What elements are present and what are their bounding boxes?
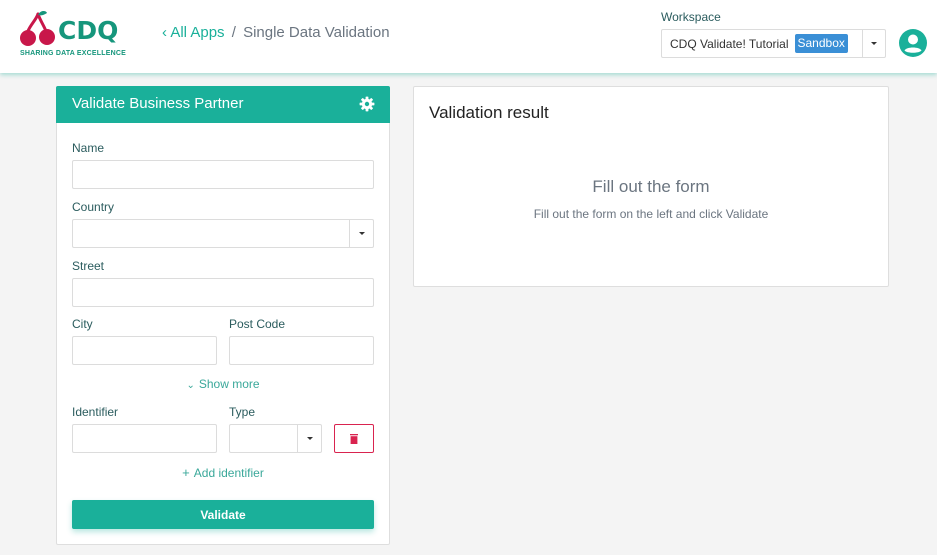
chevron-left-icon: ‹	[162, 24, 167, 41]
chevron-down-icon: ⌄	[186, 380, 195, 391]
card-header: Validate Business Partner	[56, 86, 390, 123]
city-label: City	[72, 317, 93, 331]
user-avatar-icon	[899, 29, 927, 57]
name-input[interactable]	[72, 160, 374, 189]
cherry-logo-icon	[20, 10, 55, 46]
type-label: Type	[229, 405, 256, 419]
street-label: Street	[72, 259, 105, 273]
show-more-link[interactable]: ⌄ Show more	[57, 377, 389, 391]
add-identifier-label: Add identifier	[193, 466, 264, 480]
identifier-type-select[interactable]	[229, 424, 322, 453]
card-title: Validate Business Partner	[72, 95, 244, 112]
country-select[interactable]	[72, 219, 374, 248]
delete-identifier-button[interactable]	[334, 424, 374, 453]
name-label: Name	[72, 141, 105, 155]
validation-result-title: Validation result	[429, 103, 549, 122]
empty-state-subtitle: Fill out the form on the left and click …	[533, 207, 769, 221]
caret-down-icon	[871, 42, 877, 45]
validate-business-partner-card: Validate Business Partner Name Country S…	[56, 86, 390, 545]
identifier-input[interactable]	[72, 424, 217, 453]
workspace-selected-value: CDQ Validate! Tutorial Sandbox	[662, 34, 862, 53]
add-identifier-link[interactable]: + Add identifier	[57, 465, 389, 480]
caret-down-icon	[306, 437, 313, 440]
breadcrumb-current-page: Single Data Validation	[243, 24, 390, 41]
country-dropdown-toggle[interactable]	[349, 220, 373, 247]
workspace-label: Workspace	[661, 10, 721, 24]
breadcrumb-separator: /	[231, 24, 236, 41]
workspace-name: CDQ Validate! Tutorial	[670, 36, 789, 51]
all-apps-link[interactable]: ‹ All Apps	[162, 24, 229, 41]
show-more-label: Show more	[198, 377, 260, 391]
trash-icon	[350, 433, 358, 444]
all-apps-label: All Apps	[170, 24, 225, 41]
validate-button[interactable]: Validate	[72, 500, 374, 529]
identifier-label: Identifier	[72, 405, 119, 419]
post-code-input[interactable]	[229, 336, 374, 365]
breadcrumb: ‹ All Apps / Single Data Validation	[162, 24, 390, 41]
cdq-logo[interactable]: CDQ SHARING DATA EXCELLENCE	[19, 10, 134, 60]
gear-icon	[359, 96, 375, 112]
sandbox-badge: Sandbox	[794, 34, 848, 53]
city-input[interactable]	[72, 336, 217, 365]
logo-tagline: SHARING DATA EXCELLENCE	[20, 50, 126, 57]
user-avatar-button[interactable]	[898, 28, 928, 58]
caret-down-icon	[358, 232, 365, 235]
settings-button[interactable]	[359, 96, 375, 112]
type-dropdown-toggle[interactable]	[297, 425, 321, 452]
logo-wordmark: CDQ	[58, 16, 119, 45]
workspace-select[interactable]: CDQ Validate! Tutorial Sandbox	[661, 29, 886, 58]
post-code-label: Post Code	[229, 317, 286, 331]
plus-icon: +	[182, 465, 190, 480]
workspace-dropdown-toggle[interactable]	[862, 30, 885, 57]
country-label: Country	[72, 200, 115, 214]
street-input[interactable]	[72, 278, 374, 307]
top-header: CDQ SHARING DATA EXCELLENCE ‹ All Apps /…	[0, 0, 937, 73]
empty-state-title: Fill out the form	[592, 177, 710, 196]
validation-result-card: Validation result Fill out the form Fill…	[413, 86, 889, 287]
